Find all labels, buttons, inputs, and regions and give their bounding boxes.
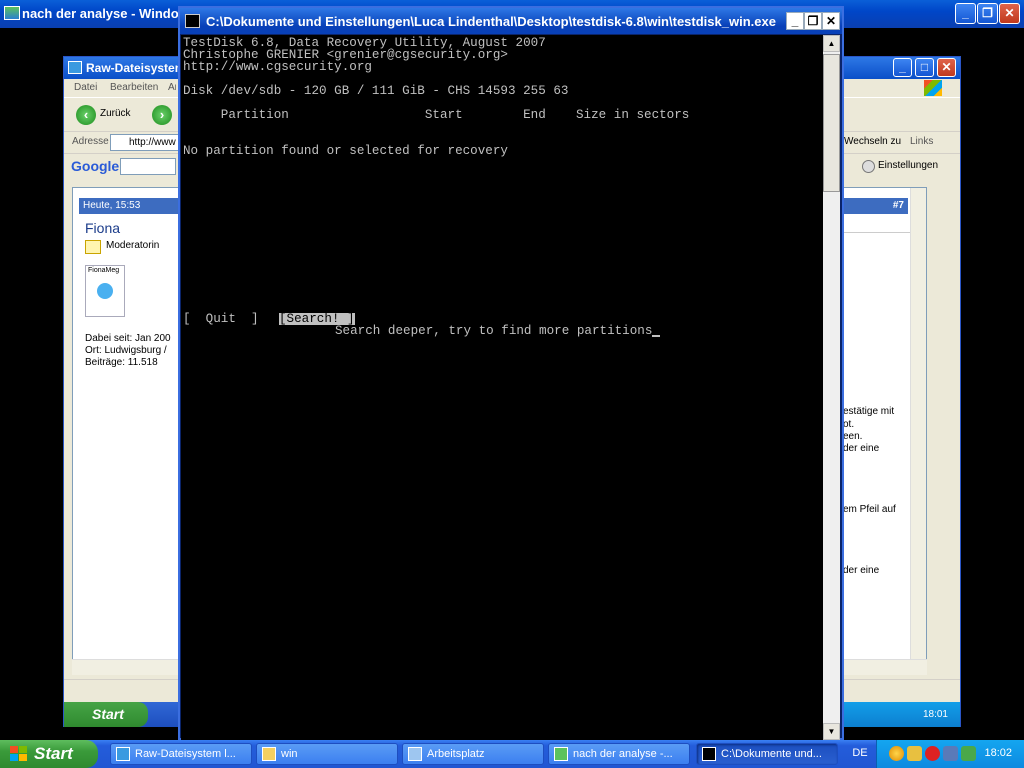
settings-label[interactable]: Einstellungen: [878, 160, 938, 171]
system-tray: 18:02: [876, 740, 1024, 768]
scroll-thumb[interactable]: [823, 54, 840, 192]
inner-clock: 18:01: [840, 702, 960, 727]
ie-vertical-scrollbar[interactable]: [910, 188, 926, 668]
task-label: C:\Dokumente und...: [721, 748, 822, 760]
console-maximize-button[interactable]: ❐: [804, 12, 822, 30]
console-title-bar[interactable]: C:\Dokumente und Einstellungen\Luca Lind…: [180, 8, 842, 34]
folder-icon: [262, 747, 276, 761]
avatar: FionaMeg: [85, 265, 125, 317]
post-joined: Dabei seit: Jan 200: [85, 333, 171, 344]
post-text-fragment: een.: [843, 431, 863, 442]
avatar-caption: FionaMeg: [88, 267, 120, 274]
post-location: Ort: Ludwigsburg /: [85, 345, 167, 356]
console-vertical-scrollbar[interactable]: ▲ ▼: [823, 35, 840, 740]
console-icon: [702, 747, 716, 761]
maximize-button[interactable]: ❐: [977, 3, 998, 24]
task-raw-dateisystem[interactable]: Raw-Dateisystem l...: [110, 743, 252, 765]
my-computer-icon: [408, 747, 422, 761]
action-hint-text: Search deeper, try to find more partitio…: [335, 324, 653, 338]
taskbar: Start Raw-Dateisystem l... win Arbeitspl…: [0, 740, 1024, 768]
disk-info-line: Disk /dev/sdb - 120 GB / 111 GiB - CHS 1…: [183, 84, 569, 98]
task-label: Arbeitsplatz: [427, 748, 485, 760]
inner-start-button: Start: [64, 702, 148, 727]
smiley-icon: [97, 283, 113, 299]
task-label: Raw-Dateisystem l...: [135, 748, 236, 760]
menu-view[interactable]: Ansicht: [168, 82, 176, 93]
ie-icon: [68, 61, 82, 74]
scroll-up-icon[interactable]: ▲: [823, 35, 840, 52]
tray-icon[interactable]: [961, 746, 976, 761]
post-text-fragment: ot.: [843, 419, 855, 430]
console-icon: [185, 14, 200, 28]
image-viewer-icon: [554, 747, 568, 761]
task-label: nach der analyse -...: [573, 748, 673, 760]
partition-table-header: Partition Start End Size in sectors: [183, 108, 690, 122]
task-label: win: [281, 748, 298, 760]
minimize-button[interactable]: _: [955, 3, 976, 24]
console-minimize-button[interactable]: _: [786, 12, 804, 30]
post-text-fragment: estätige mit: [843, 406, 895, 417]
quit-button[interactable]: [ Quit ]: [183, 313, 259, 326]
console-screen[interactable]: TestDisk 6.8, Data Recovery Utility, Aug…: [181, 35, 823, 740]
menu-file[interactable]: Datei: [74, 82, 97, 93]
post-user-role: Moderatorin: [106, 240, 160, 251]
google-logo: Google: [71, 158, 120, 174]
action-hint: Search deeper, try to find more partitio…: [335, 324, 661, 338]
task-console[interactable]: C:\Dokumente und...: [696, 743, 838, 765]
testdisk-url-line: http://www.cgsecurity.org: [183, 60, 372, 74]
post-count: Beiträge: 11.518: [85, 357, 158, 368]
tray-icon[interactable]: [943, 746, 958, 761]
ie-icon: [116, 747, 130, 761]
post-text-fragment: der eine: [843, 565, 880, 576]
close-button[interactable]: ✕: [999, 3, 1020, 24]
ie-close-button[interactable]: ✕: [937, 58, 956, 77]
console-title: C:\Dokumente und Einstellungen\Luca Lind…: [206, 14, 776, 29]
back-label[interactable]: Zurück: [100, 108, 131, 119]
back-arrow-icon[interactable]: ‹: [76, 105, 96, 125]
post-date: Heute, 15:53: [79, 198, 179, 214]
links-label[interactable]: Links: [910, 136, 933, 147]
menu-edit[interactable]: Bearbeiten: [110, 82, 158, 93]
language-indicator[interactable]: DE: [845, 740, 875, 768]
start-label: Start: [34, 744, 73, 763]
post-text-fragment: der eine: [843, 443, 880, 454]
task-arbeitsplatz[interactable]: Arbeitsplatz: [402, 743, 544, 765]
settings-radio-icon[interactable]: [862, 160, 875, 173]
start-button[interactable]: Start: [0, 740, 98, 768]
forward-arrow-icon[interactable]: ›: [152, 105, 172, 125]
text-cursor: [652, 335, 661, 337]
address-input[interactable]: http://www: [110, 134, 180, 151]
ie-title: Raw-Dateisystem: [86, 61, 186, 75]
windows-logo-icon: [10, 746, 28, 762]
console-close-button[interactable]: ✕: [822, 12, 840, 30]
clock: 18:02: [984, 747, 1012, 759]
divider: [843, 232, 911, 233]
task-image-viewer[interactable]: nach der analyse -...: [548, 743, 690, 765]
scroll-down-icon[interactable]: ▼: [823, 723, 840, 740]
status-message: No partition found or selected for recov…: [183, 144, 508, 158]
post-text-fragment: em Pfeil auf: [843, 504, 896, 515]
task-win-folder[interactable]: win: [256, 743, 398, 765]
switch-to-label[interactable]: Wechseln zu: [844, 136, 901, 147]
ie-maximize-button[interactable]: □: [915, 58, 934, 77]
moderator-badge-icon: [85, 240, 101, 254]
post-username[interactable]: Fiona: [85, 220, 120, 236]
antivirus-icon[interactable]: [925, 746, 940, 761]
tray-icon[interactable]: [907, 746, 922, 761]
console-window: C:\Dokumente und Einstellungen\Luca Lind…: [178, 6, 844, 740]
windows-flag-icon: [924, 80, 942, 96]
address-label: Adresse: [72, 136, 109, 147]
tray-icon[interactable]: [889, 746, 904, 761]
ie-minimize-button[interactable]: _: [893, 58, 912, 77]
google-search-input[interactable]: [120, 158, 176, 175]
image-viewer-icon: [4, 6, 20, 20]
